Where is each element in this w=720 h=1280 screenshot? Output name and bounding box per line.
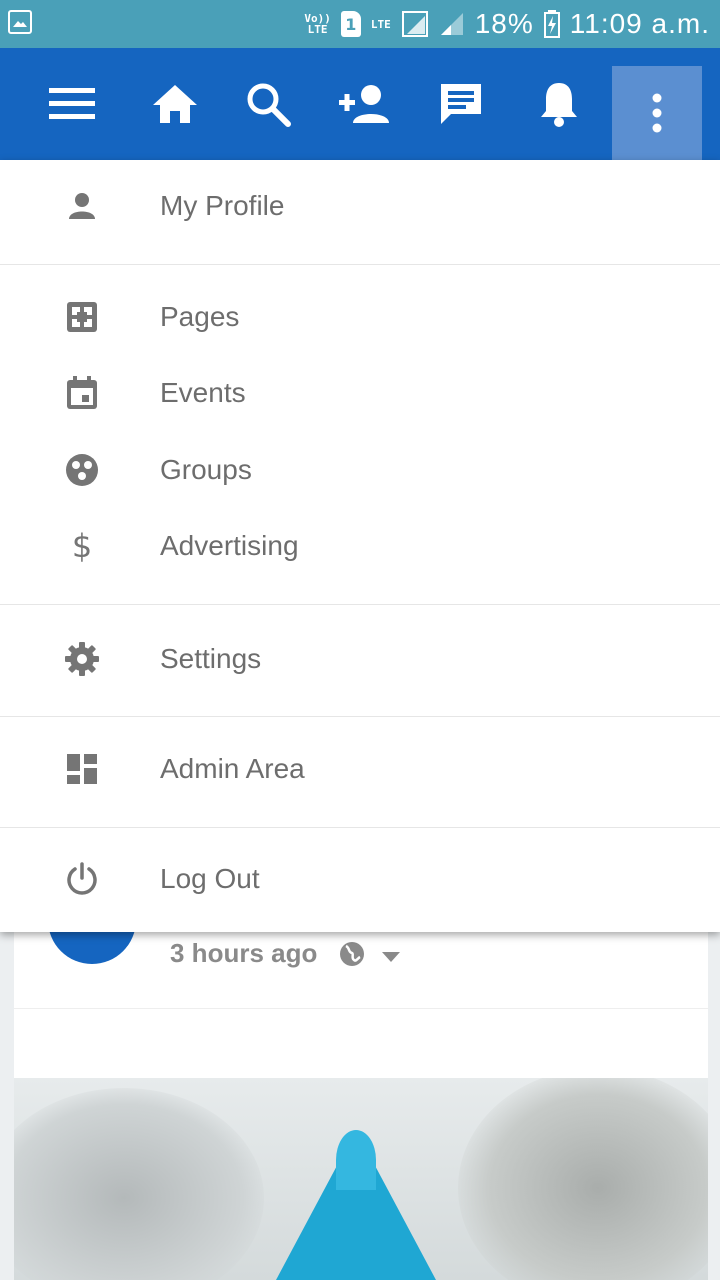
app-bar <box>0 48 720 160</box>
menu-divider <box>0 827 720 828</box>
menu-item-label: Log Out <box>160 863 260 894</box>
signal-icon-2 <box>440 13 463 35</box>
gallery-notification-icon <box>8 10 32 34</box>
person-icon <box>62 186 102 226</box>
menu-item-pages[interactable]: Pages <box>0 279 720 355</box>
sim-slot-badge: 1 <box>340 11 361 37</box>
post-body <box>14 1008 708 1078</box>
network-type: LTE <box>370 17 391 31</box>
menu-item-log-out[interactable]: Log Out <box>0 841 720 917</box>
menu-icon[interactable] <box>40 72 104 136</box>
dollar-icon: $ <box>71 527 93 565</box>
menu-item-my-profile[interactable]: My Profile <box>0 168 720 244</box>
post-image[interactable] <box>14 1078 708 1280</box>
menu-item-label: Admin Area <box>160 753 305 784</box>
pages-icon <box>62 297 102 337</box>
more-vert-icon[interactable] <box>612 66 702 160</box>
menu-divider <box>0 264 720 265</box>
calendar-icon <box>62 373 102 413</box>
post-timestamp: 3 hours ago <box>170 938 318 968</box>
menu-item-label: Advertising <box>160 530 299 561</box>
home-icon[interactable] <box>143 72 207 136</box>
menu-item-label: My Profile <box>160 190 285 221</box>
menu-item-advertising[interactable]: $ Advertising <box>0 508 720 584</box>
dashboard-icon <box>62 749 102 789</box>
volte-indicator: Vo)) LTE <box>304 12 331 36</box>
menu-item-label: Pages <box>160 301 240 332</box>
battery-percent: 18% <box>474 8 534 39</box>
battery-icon <box>543 10 560 38</box>
menu-item-label: Settings <box>160 643 262 674</box>
privacy-dropdown-caret-icon[interactable] <box>382 952 400 962</box>
signal-icon-1 <box>401 11 428 37</box>
messages-icon[interactable] <box>429 72 493 136</box>
menu-divider <box>0 716 720 717</box>
clock: 11:09 a.m. <box>569 8 710 39</box>
notifications-icon[interactable] <box>527 72 591 136</box>
status-bar: Vo)) LTE 1 LTE 18% 11:09 a.m. <box>0 0 720 48</box>
menu-divider <box>0 604 720 605</box>
menu-item-groups[interactable]: Groups <box>0 432 720 508</box>
menu-item-events[interactable]: Events <box>0 355 720 431</box>
groups-icon <box>62 450 102 490</box>
menu-item-admin-area[interactable]: Admin Area <box>0 731 720 807</box>
menu-item-label: Groups <box>160 454 252 485</box>
menu-item-label: Events <box>160 377 246 408</box>
overflow-menu: My Profile Pages Events Groups $ Adverti… <box>0 160 720 932</box>
search-icon[interactable] <box>236 72 300 136</box>
power-icon <box>62 859 102 899</box>
gear-icon <box>62 639 102 679</box>
menu-item-settings[interactable]: Settings <box>0 621 720 697</box>
add-friend-icon[interactable] <box>333 72 397 136</box>
globe-icon[interactable] <box>338 940 366 968</box>
